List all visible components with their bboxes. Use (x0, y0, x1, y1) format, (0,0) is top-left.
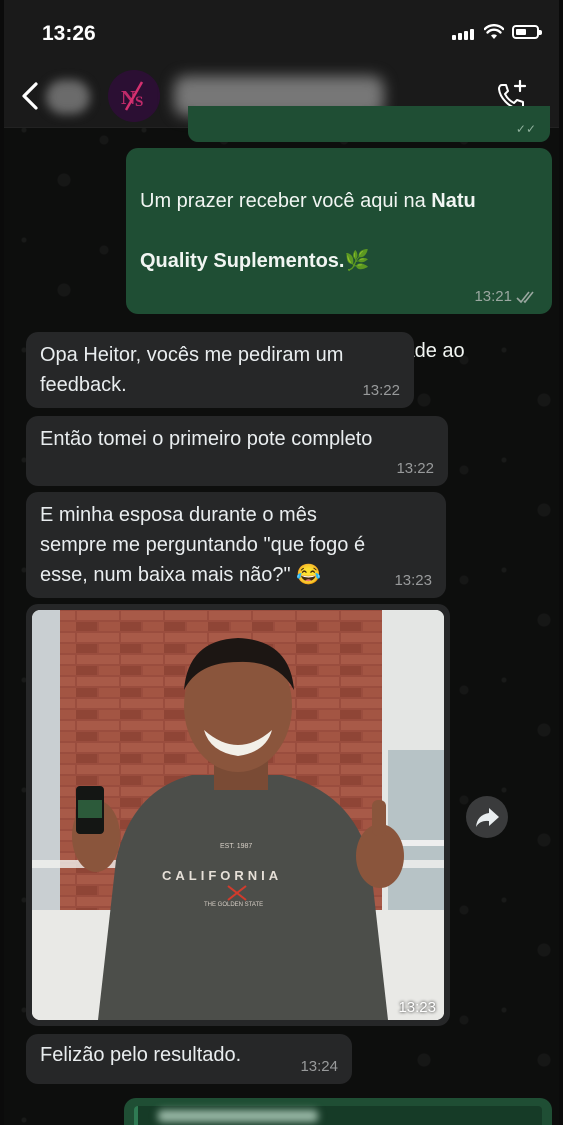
incoming-message[interactable]: E minha esposa durante o mês sempre me p… (26, 492, 446, 598)
message-text: Então tomei o primeiro pote completo (40, 428, 373, 450)
double-check-icon (516, 291, 534, 304)
message-time: 13:21 (474, 288, 512, 305)
forward-button[interactable] (466, 796, 508, 838)
brand-logo-icon: N S (108, 70, 160, 122)
avatar[interactable]: N S (108, 70, 160, 122)
chevron-left-icon[interactable] (14, 78, 44, 114)
outgoing-message[interactable]: Um prazer receber você aqui na Natu Qual… (126, 148, 552, 392)
message-text-part: Um prazer receber você aqui na (140, 190, 432, 212)
message-text: E minha esposa durante o mês sempre me p… (40, 504, 366, 586)
next-message-bubble[interactable] (124, 1098, 552, 1125)
message-photo[interactable]: CALIFORNIA EST. 1987 THE GOLDEN STATE (32, 610, 444, 1020)
wifi-icon (484, 24, 504, 39)
photo-illustration: CALIFORNIA EST. 1987 THE GOLDEN STATE (32, 610, 444, 1020)
svg-text:S: S (135, 94, 143, 110)
chat-screen: 13:26 N S ✓✓ Um prazer receber você aqui… (4, 0, 559, 1125)
previous-message-bubble[interactable]: ✓✓ (188, 106, 550, 142)
image-message[interactable]: CALIFORNIA EST. 1987 THE GOLDEN STATE 13… (26, 604, 450, 1026)
incoming-message[interactable]: Felizão pelo resultado. 13:24 (26, 1034, 352, 1084)
incoming-message[interactable]: Opa Heitor, vocês me pediram um feedback… (26, 332, 414, 408)
cellular-signal-icon (452, 28, 474, 40)
message-time: 13:24 (300, 1058, 338, 1075)
message-time: 13:23 (394, 572, 432, 589)
forward-arrow-icon (476, 808, 499, 827)
blurred-text (158, 1110, 318, 1122)
brand-name-text: Quality Suplementos. (140, 250, 345, 272)
message-text: Opa Heitor, vocês me pediram um feedback… (40, 344, 344, 396)
brand-name-text: Natu (431, 190, 476, 212)
battery-icon (512, 25, 542, 39)
status-time: 13:26 (42, 22, 96, 45)
shirt-print-sub: THE GOLDEN STATE (204, 902, 263, 908)
incoming-message[interactable]: Então tomei o primeiro pote completo 13:… (26, 416, 448, 486)
shirt-print-text: CALIFORNIA (162, 868, 282, 883)
unread-count-blurred[interactable] (46, 80, 90, 114)
message-time: 13:22 (396, 460, 434, 477)
leaf-emoji-icon: 🌿 (344, 250, 370, 272)
message-meta: 13:21 (474, 288, 538, 306)
message-meta: ✓✓ (515, 122, 536, 136)
message-text: Felizão pelo resultado. (40, 1044, 242, 1066)
status-bar: 13:26 (4, 0, 559, 64)
message-time: 13:23 (398, 999, 436, 1016)
message-time: 13:22 (362, 382, 400, 399)
shirt-print-est: EST. 1987 (220, 843, 252, 850)
